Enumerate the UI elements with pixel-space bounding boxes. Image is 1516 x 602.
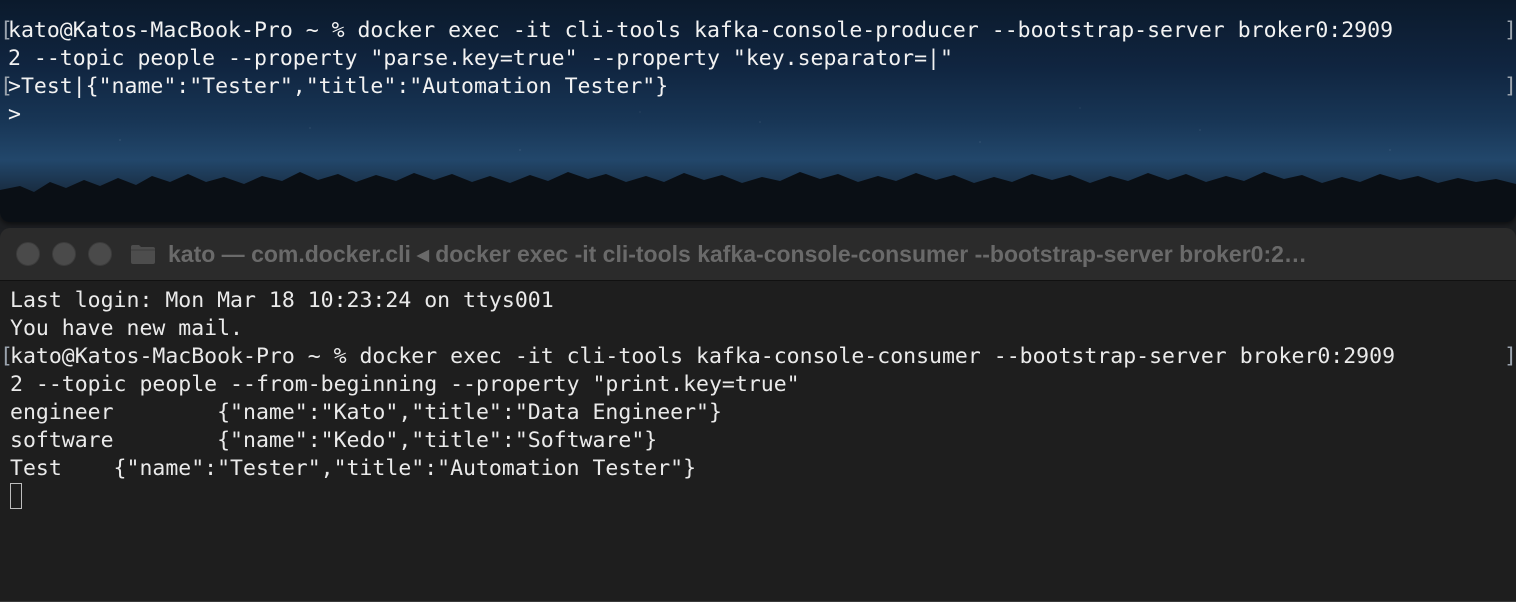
terminal-line: software {"name":"Kedo","title":"Softwar…: [10, 428, 658, 453]
folder-icon: [131, 245, 155, 264]
terminal-line: Last login: Mon Mar 18 10:23:24 on ttys0…: [10, 288, 554, 313]
producer-terminal-window[interactable]: kato@Katos-MacBook-Pro ~ % docker exec -…: [0, 0, 1516, 222]
zoom-icon[interactable]: [88, 242, 112, 266]
traffic-lights: [16, 242, 112, 266]
close-icon[interactable]: [16, 242, 40, 266]
producer-terminal-output[interactable]: kato@Katos-MacBook-Pro ~ % docker exec -…: [8, 17, 1393, 129]
terminal-prompt-line: >: [8, 102, 21, 127]
terminal-line: 2 --topic people --from-beginning --prop…: [10, 372, 800, 397]
terminal-line: Test {"name":"Tester","title":"Automatio…: [10, 456, 697, 481]
minimize-icon[interactable]: [52, 242, 76, 266]
line-marker-left: [: [0, 74, 13, 99]
window-title: kato — com.docker.cli ◂ docker exec -it …: [168, 240, 1307, 267]
terminal-cursor: [10, 483, 22, 509]
terminal-line: You have new mail.: [10, 316, 243, 341]
line-marker-right: ]: [1504, 74, 1516, 99]
terminal-line: engineer {"name":"Kato","title":"Data En…: [10, 400, 722, 425]
terminal-line: kato@Katos-MacBook-Pro ~ % docker exec -…: [10, 344, 1396, 369]
line-marker-left: [: [0, 18, 13, 43]
consumer-terminal-output[interactable]: Last login: Mon Mar 18 10:23:24 on ttys0…: [10, 287, 1395, 483]
terminal-line: kato@Katos-MacBook-Pro ~ % docker exec -…: [8, 18, 1394, 43]
line-marker-right: ]: [1504, 344, 1516, 369]
line-marker-left: [: [0, 344, 13, 369]
line-marker-right: ]: [1504, 18, 1516, 43]
window-titlebar[interactable]: kato — com.docker.cli ◂ docker exec -it …: [0, 228, 1516, 281]
consumer-terminal-window[interactable]: kato — com.docker.cli ◂ docker exec -it …: [0, 228, 1516, 602]
terminal-line: 2 --topic people --property "parse.key=t…: [8, 46, 953, 71]
terminal-line: >Test|{"name":"Tester","title":"Automati…: [8, 74, 669, 99]
treeline-background: [0, 172, 1516, 222]
